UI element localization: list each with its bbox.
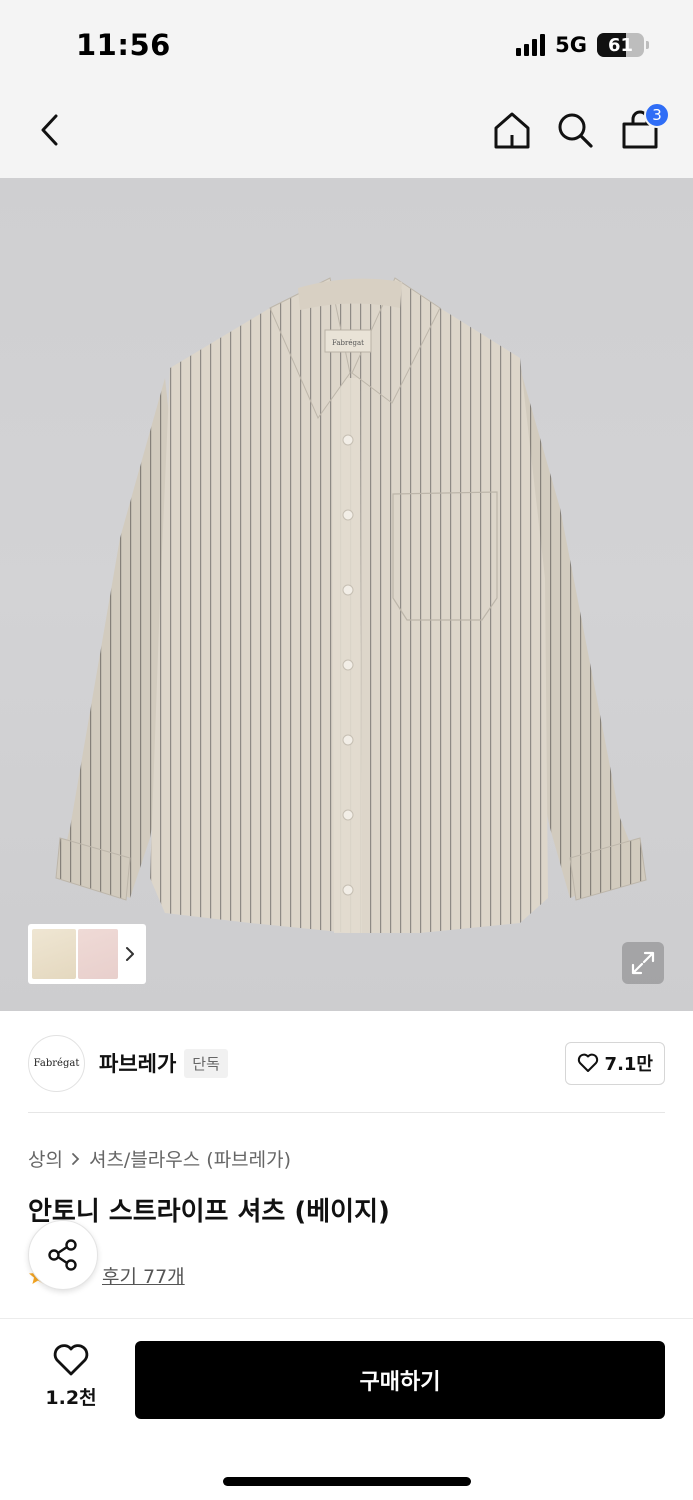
heart-icon: [53, 1344, 89, 1376]
heart-icon: [577, 1053, 598, 1072]
brand-like-button[interactable]: 7.1만: [564, 1041, 665, 1085]
battery-icon: 61: [597, 33, 644, 57]
home-indicator: [223, 1477, 471, 1486]
status-indicators: 5G 61: [516, 33, 649, 57]
product-like-button[interactable]: 1.2천: [34, 1343, 108, 1410]
bottom-action-bar: 1.2천 구매하기: [0, 1318, 693, 1500]
product-image[interactable]: Fabrégat: [0, 178, 693, 1011]
home-button[interactable]: [488, 106, 536, 154]
review-link[interactable]: 후기 77개: [102, 1262, 185, 1289]
signal-icon: [516, 34, 546, 56]
cart-count-badge: 3: [644, 102, 670, 128]
shirt-illustration: Fabrégat: [55, 277, 647, 933]
brand-logo[interactable]: Fabrégat: [28, 1034, 85, 1092]
share-icon: [48, 1239, 77, 1271]
brand-row: Fabrégat 파브레가 단독 7.1만: [28, 1034, 665, 1092]
chevron-right-icon: [72, 1152, 80, 1165]
buy-button[interactable]: 구매하기: [135, 1341, 665, 1419]
status-bar: 11:56 5G 61: [0, 0, 693, 90]
product-like-count: 1.2천: [45, 1387, 97, 1409]
thumbnail-image[interactable]: [78, 929, 118, 979]
expand-image-button[interactable]: [622, 942, 664, 984]
chevron-right-icon: [126, 947, 134, 961]
breadcrumb-subcategory[interactable]: 셔츠/블라우스 (파브레가): [89, 1145, 291, 1172]
chevron-left-icon: [41, 114, 58, 146]
search-icon: [558, 113, 593, 148]
search-button[interactable]: [551, 106, 599, 154]
top-nav-bar: 3: [0, 90, 693, 178]
expand-icon: [631, 951, 655, 975]
battery-level: 61: [607, 34, 634, 56]
breadcrumb-category[interactable]: 상의: [28, 1145, 63, 1172]
product-title: 안토니 스트라이프 셔츠 (베이지): [28, 1197, 390, 1227]
home-icon: [494, 112, 530, 149]
divider: [28, 1112, 665, 1113]
garment-label-text: Fabrégat: [332, 339, 364, 347]
brand-logo-text: Fabrégat: [33, 1057, 80, 1069]
breadcrumb: 상의 셔츠/블라우스 (파브레가): [28, 1145, 291, 1172]
back-button[interactable]: [26, 106, 74, 154]
brand-name[interactable]: 파브레가: [99, 1048, 176, 1078]
exclusive-badge: 단독: [184, 1048, 228, 1078]
thumbnail-image[interactable]: [32, 929, 76, 979]
battery-cap: [646, 41, 649, 49]
share-button[interactable]: [28, 1220, 98, 1290]
image-thumbnail-strip[interactable]: [28, 924, 146, 984]
network-type: 5G: [555, 33, 587, 57]
cart-button[interactable]: 3: [616, 102, 670, 154]
status-time: 11:56: [76, 28, 171, 62]
brand-like-count: 7.1만: [604, 1054, 653, 1075]
